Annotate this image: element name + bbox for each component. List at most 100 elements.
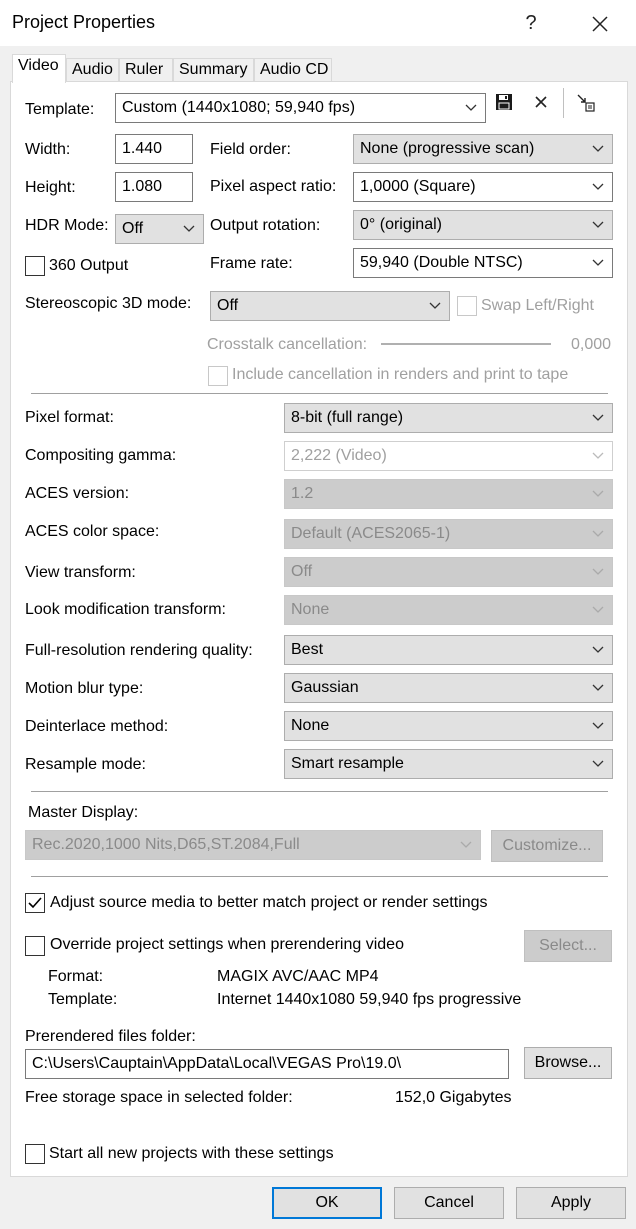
chevron-down-icon bbox=[590, 636, 606, 664]
width-label: Width: bbox=[25, 141, 71, 158]
free-storage-value: 152,0 Gigabytes bbox=[395, 1089, 512, 1106]
hdr-mode-value: Off bbox=[122, 220, 144, 237]
pixel-aspect-combo[interactable]: 1,0000 (Square) bbox=[353, 172, 613, 202]
chevron-down-icon bbox=[590, 712, 606, 740]
swap-left-right-label: Swap Left/Right bbox=[481, 297, 594, 314]
view-transform-combo[interactable]: Off bbox=[284, 557, 613, 587]
chevron-down-icon bbox=[590, 480, 606, 508]
output-360-checkbox[interactable] bbox=[25, 256, 45, 276]
format-label: Format: bbox=[48, 968, 104, 985]
tab-summary[interactable]: Summary bbox=[173, 58, 254, 82]
field-order-value: None (progressive scan) bbox=[360, 140, 535, 157]
prerender-folder-label: Prerendered files folder: bbox=[25, 1028, 196, 1045]
save-template-button[interactable] bbox=[494, 92, 516, 114]
template-combo[interactable]: Custom (1440x1080; 59,940 fps) bbox=[115, 93, 486, 123]
resample-combo[interactable]: Smart resample bbox=[284, 749, 613, 779]
crosstalk-value: 0,000 bbox=[571, 336, 612, 353]
pixel-aspect-label: Pixel aspect ratio: bbox=[210, 178, 337, 195]
include-cancellation-checkbox[interactable] bbox=[208, 366, 228, 386]
height-input[interactable]: 1.080 bbox=[115, 172, 193, 202]
aces-color-space-combo[interactable]: Default (ACES2065-1) bbox=[284, 519, 613, 549]
aces-color-space-value: Default (ACES2065-1) bbox=[291, 525, 451, 542]
select-button[interactable]: Select... bbox=[524, 930, 612, 962]
template-label: Template: bbox=[25, 101, 95, 118]
aces-version-value: 1.2 bbox=[291, 485, 314, 502]
compositing-gamma-label: Compositing gamma: bbox=[25, 447, 177, 464]
render-quality-combo[interactable]: Best bbox=[284, 635, 613, 665]
output-360-label: 360 Output bbox=[49, 257, 129, 274]
match-media-icon bbox=[577, 94, 595, 112]
override-label: Override project settings when prerender… bbox=[50, 936, 404, 953]
video-tab-panel bbox=[10, 81, 628, 1177]
compositing-gamma-combo[interactable]: 2,222 (Video) bbox=[284, 441, 613, 471]
swap-left-right-checkbox[interactable] bbox=[457, 296, 477, 316]
crosstalk-slider[interactable] bbox=[381, 343, 551, 345]
match-media-button[interactable] bbox=[575, 92, 599, 116]
aces-version-label: ACES version: bbox=[25, 485, 130, 502]
deinterlace-label: Deinterlace method: bbox=[25, 718, 169, 735]
master-display-label: Master Display: bbox=[28, 804, 139, 821]
pixel-format-combo[interactable]: 8-bit (full range) bbox=[284, 403, 613, 433]
chevron-down-icon bbox=[181, 215, 197, 243]
chevron-down-icon bbox=[590, 596, 606, 624]
help-button[interactable]: ? bbox=[511, 8, 551, 38]
chevron-down-icon bbox=[590, 750, 606, 778]
motion-blur-combo[interactable]: Gaussian bbox=[284, 673, 613, 703]
save-icon bbox=[496, 94, 512, 110]
customize-button[interactable]: Customize... bbox=[491, 830, 603, 862]
chevron-down-icon bbox=[590, 442, 606, 470]
resample-label: Resample mode: bbox=[25, 756, 146, 773]
tab-video[interactable]: Video bbox=[12, 54, 66, 83]
browse-button[interactable]: Browse... bbox=[524, 1047, 612, 1079]
window-title: Project Properties bbox=[12, 12, 156, 32]
free-storage-label: Free storage space in selected folder: bbox=[25, 1089, 293, 1106]
chevron-down-icon bbox=[458, 831, 474, 859]
cancel-button[interactable]: Cancel bbox=[394, 1187, 504, 1219]
look-mod-value: None bbox=[291, 601, 330, 618]
hdr-mode-label: HDR Mode: bbox=[25, 217, 109, 234]
chevron-down-icon bbox=[427, 292, 443, 320]
tab-audio[interactable]: Audio bbox=[66, 58, 119, 82]
format-value: MAGIX AVC/AAC MP4 bbox=[217, 968, 379, 985]
override-checkbox[interactable] bbox=[25, 936, 45, 956]
chevron-down-icon bbox=[590, 674, 606, 702]
chevron-down-icon bbox=[590, 404, 606, 432]
view-transform-value: Off bbox=[291, 563, 313, 580]
field-order-label: Field order: bbox=[210, 141, 291, 158]
pixel-aspect-value: 1,0000 (Square) bbox=[360, 178, 476, 195]
pixel-format-value: 8-bit (full range) bbox=[291, 409, 404, 426]
chevron-down-icon bbox=[590, 520, 606, 548]
tab-ruler[interactable]: Ruler bbox=[119, 58, 173, 82]
output-rotation-combo[interactable]: 0° (original) bbox=[353, 210, 613, 240]
resample-value: Smart resample bbox=[291, 755, 404, 772]
adjust-source-label: Adjust source media to better match proj… bbox=[50, 894, 488, 911]
deinterlace-combo[interactable]: None bbox=[284, 711, 613, 741]
frame-rate-combo[interactable]: 59,940 (Double NTSC) bbox=[353, 248, 613, 278]
close-button[interactable] bbox=[580, 8, 620, 38]
tab-audio-cd[interactable]: Audio CD bbox=[254, 58, 332, 82]
hdr-mode-combo[interactable]: Off bbox=[115, 214, 204, 244]
look-mod-combo[interactable]: None bbox=[284, 595, 613, 625]
apply-button[interactable]: Apply bbox=[516, 1187, 626, 1219]
width-input[interactable]: 1.440 bbox=[115, 134, 193, 164]
aces-color-space-label: ACES color space: bbox=[25, 523, 160, 540]
master-display-combo[interactable]: Rec.2020,1000 Nits,D65,ST.2084,Full bbox=[25, 830, 481, 860]
frame-rate-value: 59,940 (Double NTSC) bbox=[360, 254, 523, 271]
override-template-value: Internet 1440x1080 59,940 fps progressiv… bbox=[217, 991, 522, 1008]
delete-template-button[interactable] bbox=[532, 93, 554, 115]
chevron-down-icon bbox=[590, 135, 606, 163]
stereo-3d-combo[interactable]: Off bbox=[210, 291, 450, 321]
render-quality-value: Best bbox=[291, 641, 324, 658]
start-all-checkbox[interactable] bbox=[25, 1144, 45, 1164]
aces-version-combo[interactable]: 1.2 bbox=[284, 479, 613, 509]
close-icon bbox=[592, 16, 608, 32]
checkmark-icon bbox=[28, 897, 42, 909]
ok-button[interactable]: OK bbox=[272, 1187, 382, 1219]
output-rotation-value: 0° (original) bbox=[360, 216, 442, 233]
adjust-source-checkbox[interactable] bbox=[25, 893, 45, 913]
prerender-folder-input[interactable]: C:\Users\Cauptain\AppData\Local\VEGAS Pr… bbox=[25, 1049, 509, 1079]
field-order-combo[interactable]: None (progressive scan) bbox=[353, 134, 613, 164]
stereo-3d-value: Off bbox=[217, 297, 239, 314]
separator bbox=[31, 876, 608, 877]
chevron-down-icon bbox=[590, 173, 606, 201]
